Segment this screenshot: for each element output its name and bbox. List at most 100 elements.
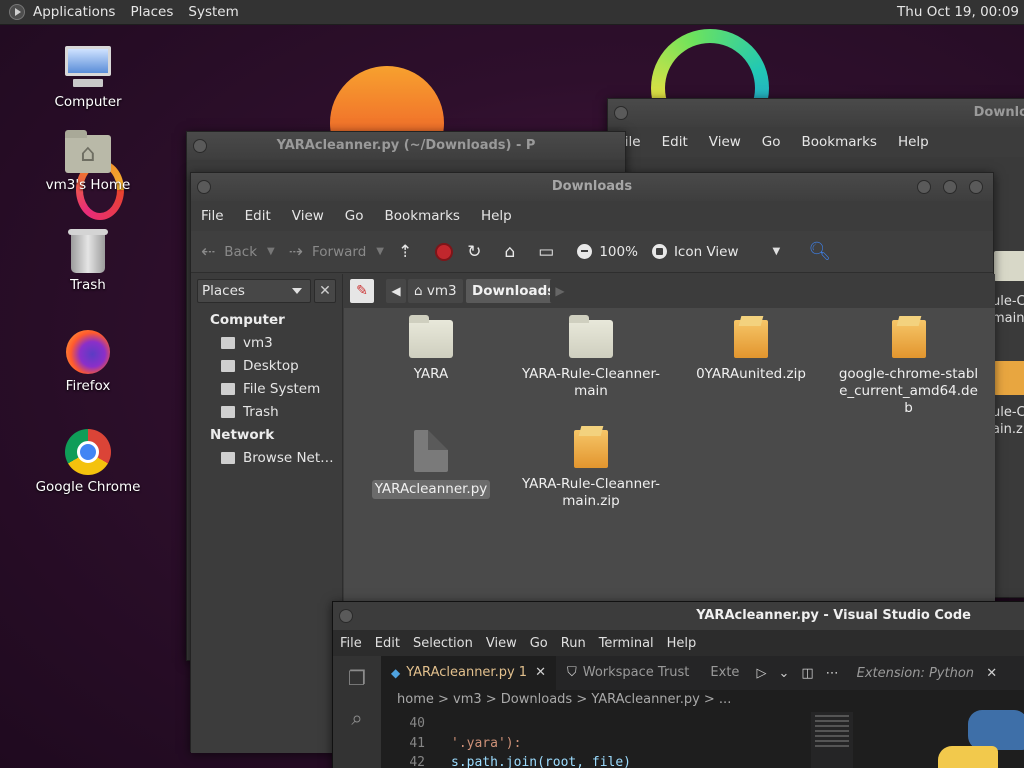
zip-icon[interactable] [994, 361, 1024, 395]
folder-icon [409, 315, 453, 358]
close-tab-icon[interactable]: ✕ [535, 656, 546, 690]
menu-help[interactable]: Help [898, 134, 929, 150]
menu-edit[interactable]: Edit [662, 134, 688, 150]
back-window-menubar: File Edit View Go Bookmarks Help [608, 127, 1024, 157]
desktop-icon-firefox[interactable]: Firefox [33, 330, 143, 394]
menu-run[interactable]: Run [561, 636, 586, 651]
clock[interactable]: Thu Oct 19, 00:09 [897, 4, 1019, 20]
vscode-menubar: File Edit Selection View Go Run Terminal… [333, 630, 1024, 656]
menu-go[interactable]: Go [345, 208, 364, 224]
back-window-titlebar[interactable]: Downlo [608, 99, 1024, 127]
forward-history-dropdown-icon[interactable]: ▼ [376, 246, 384, 257]
menu-terminal[interactable]: Terminal [599, 636, 654, 651]
partial-file-label: ule-Cl [992, 294, 1024, 309]
sidebar-item-file-system[interactable]: File System [221, 381, 320, 397]
file-label: google-chrome-stable_current_amd64.deb [838, 366, 979, 416]
close-sidebar-icon[interactable]: ✕ [314, 279, 336, 303]
vscode-window[interactable]: YARAcleanner.py - Visual Studio Code Fil… [332, 601, 1024, 768]
explorer-icon[interactable]: ❐ [333, 666, 381, 696]
menu-bookmarks[interactable]: Bookmarks [385, 208, 460, 224]
view-mode-selector[interactable]: Icon View ▼ [651, 244, 781, 260]
more-actions-icon[interactable]: ⋯ [826, 666, 839, 681]
desktop-icon [221, 360, 235, 372]
path-left-arrow-icon[interactable]: ◀ [386, 279, 406, 303]
file-item[interactable]: YARA-Rule-Cleanner-main [516, 315, 666, 400]
computer-icon [65, 46, 111, 90]
places-selector[interactable]: Places [197, 279, 311, 303]
sidebar-heading-network: Network [210, 427, 275, 443]
menu-bookmarks[interactable]: Bookmarks [802, 134, 877, 150]
window-menu-button[interactable] [614, 106, 628, 120]
split-editor-icon[interactable]: ◫ [801, 666, 813, 681]
menu-view[interactable]: View [292, 208, 324, 224]
menu-help[interactable]: Help [481, 208, 512, 224]
file-item[interactable]: YARA [356, 315, 506, 383]
window-menu-button[interactable] [193, 139, 207, 153]
forward-button[interactable]: ⇢ Forward ▼ [289, 242, 384, 262]
minimize-button[interactable] [917, 180, 931, 194]
menu-edit[interactable]: Edit [375, 636, 400, 651]
downloads-titlebar[interactable]: Downloads [191, 173, 993, 201]
window-menu-button[interactable] [197, 180, 211, 194]
menu-help[interactable]: Help [667, 636, 697, 651]
sidebar-item-vm3[interactable]: vm3 [221, 335, 273, 351]
sidebar-item-trash[interactable]: Trash [221, 404, 279, 420]
minimap[interactable] [811, 712, 853, 768]
zoom-control[interactable]: 100% [577, 244, 638, 260]
vscode-titlebar[interactable]: YARAcleanner.py - Visual Studio Code [333, 602, 1024, 630]
system-logo-icon[interactable] [9, 4, 25, 20]
home-button[interactable]: ⌂ [504, 242, 524, 262]
code-editor[interactable]: 40 41 '.yara'): 42 s.path.join(root, fil… [381, 714, 861, 768]
menu-go[interactable]: Go [530, 636, 548, 651]
reload-button[interactable]: ↻ [467, 242, 490, 262]
menu-file[interactable]: File [201, 208, 224, 224]
back-button[interactable]: ⇠ Back ▼ [201, 242, 275, 262]
breadcrumb-downloads[interactable]: Downloads [466, 279, 562, 303]
menu-file[interactable]: File [340, 636, 362, 651]
run-icon[interactable]: ▷ [756, 666, 766, 681]
applications-menu[interactable]: Applications [33, 4, 115, 20]
desktop-icon-chrome[interactable]: Google Chrome [33, 429, 143, 495]
editor-breadcrumbs[interactable]: home > vm3 > Downloads > YARAcleanner.py… [397, 692, 731, 707]
maximize-button[interactable] [943, 180, 957, 194]
back-history-dropdown-icon[interactable]: ▼ [267, 246, 275, 257]
forward-arrow-icon: ⇢ [288, 241, 303, 262]
path-right-arrow-icon[interactable]: ▶ [550, 279, 570, 303]
close-button[interactable] [969, 180, 983, 194]
edit-location-icon[interactable]: ✎ [350, 279, 374, 303]
file-item[interactable]: 0YARAunited.zip [676, 320, 826, 383]
breadcrumb-vm3[interactable]: ⌂ vm3 [408, 279, 463, 303]
computer-button[interactable]: ▭ [538, 242, 563, 262]
tab-extension-python[interactable]: Extension: Python ✕ [857, 666, 997, 681]
tab-workspace-trust[interactable]: ⛉ Workspace Trust [557, 656, 701, 690]
desktop-icon-computer[interactable]: Computer [33, 46, 143, 110]
zoom-out-icon[interactable] [577, 244, 593, 259]
file-item[interactable]: google-chrome-stable_current_amd64.deb [836, 320, 981, 417]
menu-view[interactable]: View [486, 636, 517, 651]
sidebar-item-browse-network[interactable]: Browse Net… [221, 450, 334, 466]
zoom-in-icon[interactable] [651, 244, 667, 259]
python-window-titlebar[interactable]: YARAcleanner.py (~/Downloads) - P [187, 132, 625, 160]
chevron-down-icon[interactable]: ⌄ [778, 666, 789, 681]
close-tab-icon[interactable]: ✕ [986, 666, 997, 681]
file-item-selected[interactable]: YARAcleanner.py [356, 430, 506, 499]
search-icon[interactable]: 🔍︎ [808, 241, 831, 262]
system-menu[interactable]: System [188, 4, 238, 20]
desktop-icon-trash[interactable]: Trash [33, 229, 143, 293]
menu-selection[interactable]: Selection [413, 636, 473, 651]
tab-extension-partial[interactable]: Exte [700, 656, 751, 690]
folder-icon[interactable] [994, 251, 1024, 281]
sidebar-item-desktop[interactable]: Desktop [221, 358, 299, 374]
stop-icon[interactable] [435, 242, 454, 261]
places-menu[interactable]: Places [130, 4, 173, 20]
menu-edit[interactable]: Edit [245, 208, 271, 224]
tab-yaracleanner[interactable]: ◆ YARAcleanner.py 1 ✕ [381, 656, 557, 690]
window-menu-button[interactable] [339, 609, 353, 623]
file-item[interactable]: YARA-Rule-Cleanner-main.zip [516, 430, 666, 510]
up-button[interactable]: ⇡ [398, 242, 421, 262]
chevron-down-icon[interactable]: ▼ [773, 246, 781, 257]
menu-view[interactable]: View [709, 134, 741, 150]
menu-go[interactable]: Go [762, 134, 781, 150]
desktop-icon-home[interactable]: vm3's Home [33, 130, 143, 193]
search-icon[interactable]: ⌕ [333, 706, 381, 736]
